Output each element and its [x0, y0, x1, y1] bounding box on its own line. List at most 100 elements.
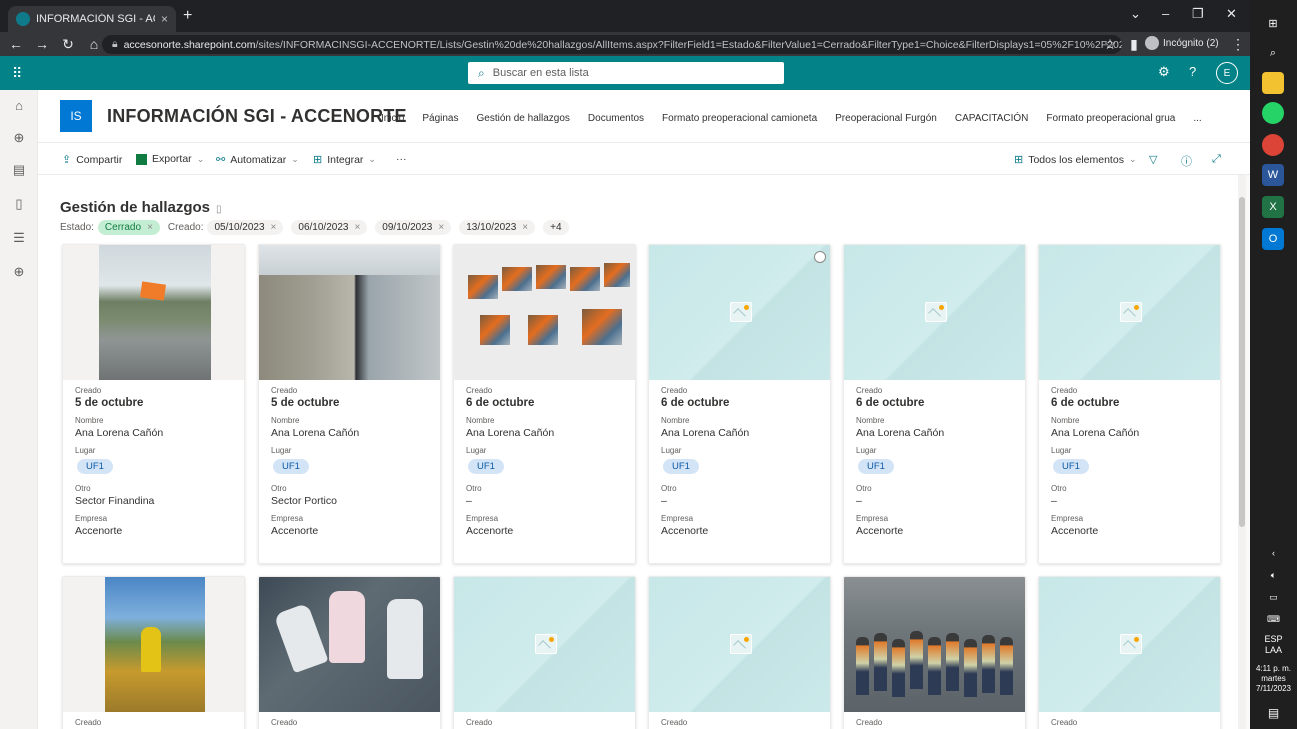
list-item-card[interactable]: Creado — [62, 576, 245, 729]
nav-item-gestion-de-hallazgos[interactable]: Gestión de hallazgos — [477, 113, 570, 124]
reload-icon[interactable]: ↻ — [58, 36, 78, 53]
file-explorer-icon[interactable] — [1262, 72, 1284, 94]
filter-pill-date[interactable]: 06/10/2023 × — [291, 220, 368, 235]
excel-icon — [136, 153, 147, 165]
more-commands-button[interactable]: ··· — [396, 153, 407, 165]
file-icon[interactable]: ▯ — [10, 196, 28, 214]
browser-tab[interactable]: INFORMACIÓN SGI - ACCENOR × — [8, 6, 176, 32]
home-icon[interactable]: ⌂ — [10, 98, 28, 116]
clock[interactable]: 4:11 p. m. martes 7/11/2023 — [1250, 664, 1297, 694]
home-icon[interactable]: ⌂ — [84, 36, 104, 52]
list-item-card[interactable]: Creado 6 de octubre Nombre Ana Lorena Ca… — [648, 244, 831, 564]
news-icon[interactable]: ▤ — [10, 162, 28, 180]
tab-search-icon[interactable]: ⌄ — [1130, 6, 1141, 22]
vertical-scrollbar[interactable] — [1238, 175, 1246, 729]
other-value: – — [466, 495, 472, 507]
browser-menu-icon[interactable]: ⋮ — [1228, 36, 1248, 53]
card-metadata: Creado — [75, 718, 240, 728]
site-title[interactable]: INFORMACIÓN SGI - ACCENORTE — [107, 106, 407, 127]
expand-icon[interactable]: ⤢ — [1212, 153, 1226, 166]
search-icon[interactable]: ⌕ — [1262, 42, 1284, 64]
integrate-button[interactable]: ⊞ Integrar ⌄ — [313, 153, 376, 167]
filter-pill-date[interactable]: 13/10/2023 × — [459, 220, 536, 235]
list-item-card[interactable]: Creado 5 de octubre Nombre Ana Lorena Ca… — [62, 244, 245, 564]
nav-item-preoperacional-furgon[interactable]: Preoperacional Furgón — [835, 113, 937, 124]
image-placeholder-icon — [730, 302, 752, 322]
nav-item-paginas[interactable]: Páginas — [422, 113, 458, 124]
view-selector[interactable]: ⊞ Todos los elementos ⌄ — [1014, 153, 1137, 167]
list-item-card[interactable]: Creado — [453, 576, 636, 729]
list-item-card[interactable]: Creado 5 de octubre Nombre Ana Lorena Ca… — [258, 244, 441, 564]
nav-item-documentos[interactable]: Documentos — [588, 113, 644, 124]
filter-pill-date[interactable]: 05/10/2023 × — [207, 220, 284, 235]
list-item-card[interactable]: Creado 6 de octubre Nombre Ana Lorena Ca… — [453, 244, 636, 564]
whatsapp-icon[interactable] — [1262, 102, 1284, 124]
share-button[interactable]: ⇪ Compartir — [62, 153, 122, 167]
site-logo[interactable]: IS — [60, 100, 92, 132]
remove-filter-icon[interactable]: × — [271, 222, 277, 233]
language-indicator[interactable]: ESP LAA — [1250, 634, 1297, 656]
battery-icon[interactable]: ▭ — [1250, 592, 1297, 603]
image-placeholder-icon — [1120, 302, 1142, 322]
app-launcher-icon[interactable]: ⠿ — [12, 65, 22, 82]
remove-filter-icon[interactable]: × — [354, 222, 360, 233]
remove-filter-icon[interactable]: × — [147, 222, 153, 233]
favorite-icon[interactable]: ▯ — [216, 204, 222, 215]
scrollbar-thumb[interactable] — [1239, 197, 1245, 527]
remove-filter-icon[interactable]: × — [522, 222, 528, 233]
nav-more[interactable]: ... — [1193, 113, 1201, 124]
nav-item-formato-preoperacional-camioneta[interactable]: Formato preoperacional camioneta — [662, 113, 817, 124]
settings-gear-icon[interactable]: ⚙ — [1158, 64, 1170, 80]
name-label: Nombre — [466, 416, 495, 425]
filter-icon[interactable]: ▽ — [1149, 153, 1162, 166]
place-label: Lugar — [75, 446, 96, 455]
filter-pill-label: 06/10/2023 — [298, 222, 349, 233]
user-avatar[interactable]: E — [1216, 62, 1238, 84]
list-item-card[interactable]: Creado — [1038, 576, 1221, 729]
export-button[interactable]: Exportar ⌄ — [136, 153, 204, 165]
forward-arrow-icon[interactable]: → — [32, 36, 52, 52]
lists-icon[interactable]: ☰ — [10, 230, 28, 248]
bookmark-star-icon[interactable]: ☆ — [1100, 36, 1120, 53]
filter-pill-date[interactable]: 09/10/2023 × — [375, 220, 452, 235]
close-window-icon[interactable]: ✕ — [1226, 6, 1237, 22]
remove-filter-icon[interactable]: × — [438, 222, 444, 233]
info-icon[interactable]: ⓘ — [1181, 153, 1197, 169]
select-item-checkbox[interactable] — [814, 251, 826, 263]
help-icon[interactable]: ? — [1189, 64, 1196, 79]
automate-button[interactable]: ⚯ Automatizar ⌄ — [216, 153, 299, 167]
volume-icon[interactable]: 🔈︎ — [1250, 570, 1297, 581]
list-item-card[interactable]: Creado 6 de octubre Nombre Ana Lorena Ca… — [1038, 244, 1221, 564]
list-item-card[interactable]: Creado — [843, 576, 1026, 729]
nav-item-capacitacion[interactable]: CAPACITACIÓN — [955, 113, 1029, 124]
globe-icon[interactable]: ⊕ — [10, 130, 28, 148]
outlook-icon[interactable]: O — [1262, 228, 1284, 250]
list-item-card[interactable]: Creado — [258, 576, 441, 729]
new-tab-button[interactable]: + — [183, 7, 192, 25]
nav-item-inicio[interactable]: Inicio — [381, 113, 404, 124]
filter-estado-label: Estado: — [60, 222, 94, 233]
create-plus-icon[interactable]: ⊕ — [10, 264, 28, 282]
search-input[interactable]: ⌕ Buscar en esta lista — [468, 62, 784, 84]
address-bar[interactable]: 🔒︎ accesonorte.sharepoint.com /sites/INF… — [102, 35, 1122, 54]
chevron-left-icon[interactable]: ‹ — [1250, 548, 1297, 559]
back-arrow-icon[interactable]: ← — [6, 36, 26, 52]
windows-start-icon[interactable]: ⊞ — [1262, 12, 1284, 34]
chrome-icon[interactable] — [1262, 134, 1284, 156]
word-icon[interactable]: W — [1262, 164, 1284, 186]
notifications-icon[interactable]: ▤ — [1250, 707, 1297, 719]
list-item-card[interactable]: Creado 6 de octubre Nombre Ana Lorena Ca… — [843, 244, 1026, 564]
sidepanel-icon[interactable]: ▮ — [1124, 36, 1144, 53]
excel-icon[interactable]: X — [1262, 196, 1284, 218]
filter-pill-cerrado[interactable]: Cerrado × — [97, 220, 160, 235]
restore-icon[interactable]: ❐ — [1192, 6, 1204, 22]
nav-item-formato-preoperacional-grua[interactable]: Formato preoperacional grua — [1046, 113, 1175, 124]
company-label: Empresa — [856, 514, 889, 523]
keyboard-icon[interactable]: ⌨ — [1250, 614, 1297, 625]
incognito-indicator[interactable]: Incógnito (2) — [1145, 36, 1219, 50]
list-item-card[interactable]: Creado — [648, 576, 831, 729]
created-label: Creado — [856, 718, 883, 727]
filter-more-pill[interactable]: +4 — [543, 220, 569, 235]
minimize-icon[interactable]: – — [1162, 6, 1169, 21]
close-tab-icon[interactable]: × — [161, 12, 168, 26]
